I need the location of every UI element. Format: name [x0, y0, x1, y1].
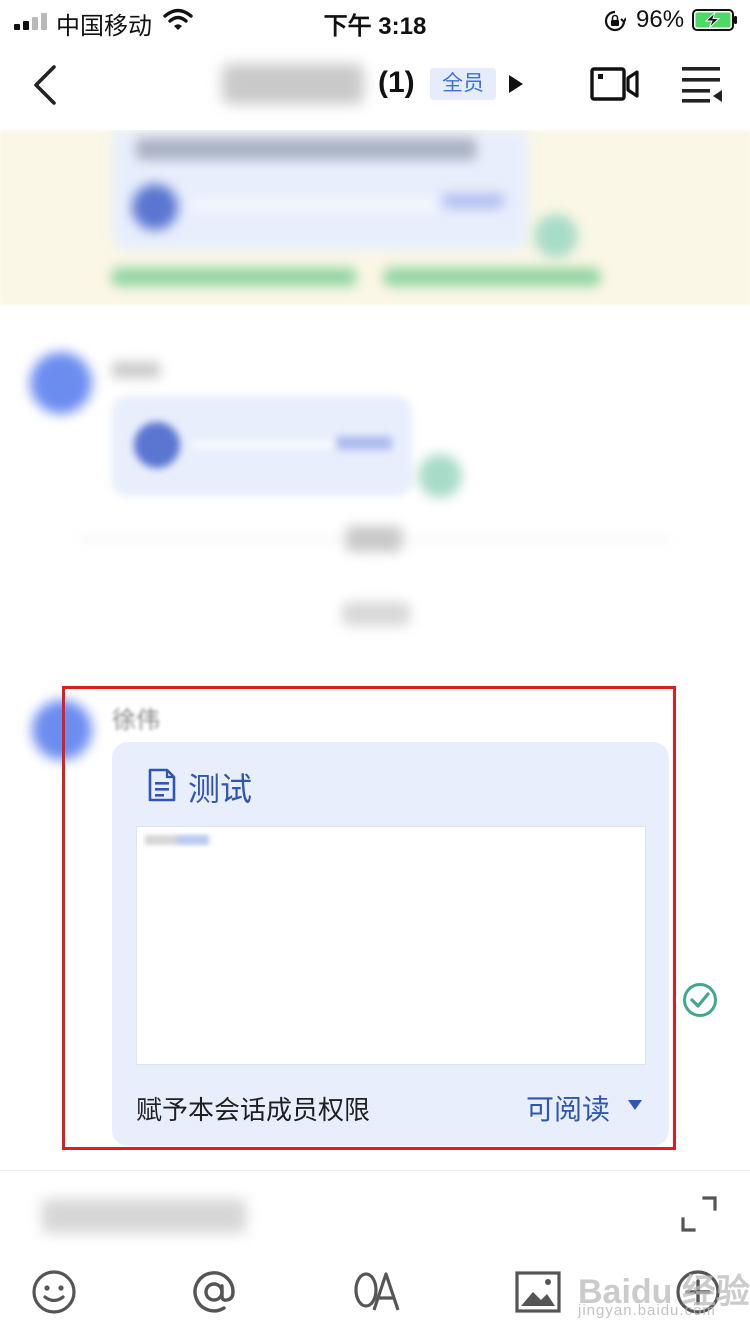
battery-percent: 96%	[636, 6, 685, 33]
highlight-frame	[62, 686, 676, 1150]
message-input-redacted[interactable]	[42, 1199, 246, 1233]
all-members-badge[interactable]: 全员	[430, 68, 496, 100]
video-call-icon[interactable]	[590, 66, 640, 102]
redacted-time-label-2	[342, 602, 410, 626]
redacted-check-1	[534, 214, 578, 258]
redacted-status-2	[384, 268, 600, 286]
play-triangle-icon[interactable]	[508, 74, 524, 94]
message-list[interactable]: 徐伟 测试 赋予本会话成员权限 可阅读	[0, 130, 750, 1170]
chat-title-redacted[interactable]	[222, 64, 364, 104]
read-check-icon	[683, 983, 717, 1017]
image-icon[interactable]	[514, 1268, 562, 1316]
redacted-check-2	[418, 454, 462, 498]
message-input-bar[interactable]	[0, 1170, 750, 1260]
member-count[interactable]: (1)	[378, 66, 415, 100]
redacted-message-2	[112, 396, 412, 496]
chat-header: (1) 全员	[0, 40, 750, 130]
redacted-status-1	[112, 268, 356, 286]
status-bar: 中国移动 下午 3:18 96%	[0, 0, 750, 40]
rotation-lock-icon	[604, 10, 626, 32]
back-arrow-icon[interactable]	[28, 64, 62, 106]
battery-charging-icon	[692, 9, 737, 31]
menu-list-icon[interactable]	[680, 64, 724, 104]
oa-icon[interactable]	[352, 1268, 400, 1316]
redacted-avatar-2	[30, 352, 92, 414]
redacted-name-2	[112, 362, 160, 378]
redacted-message-1	[112, 130, 528, 250]
baidu-watermark-url: jingyan.baidu.com	[578, 1302, 716, 1319]
at-mention-icon[interactable]	[190, 1268, 238, 1316]
emoji-icon[interactable]	[30, 1268, 78, 1316]
redacted-time-label	[346, 526, 402, 552]
expand-icon[interactable]	[680, 1195, 718, 1233]
